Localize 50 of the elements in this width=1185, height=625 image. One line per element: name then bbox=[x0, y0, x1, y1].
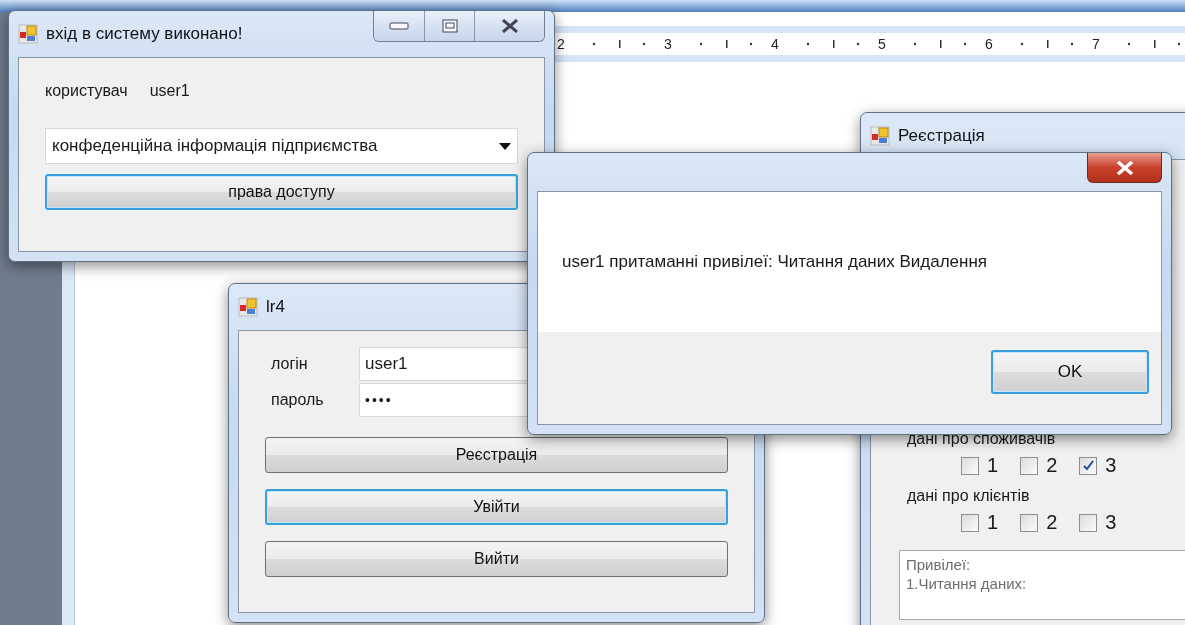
checkbox[interactable] bbox=[1079, 513, 1098, 532]
category-dropdown[interactable]: конфеденційна інформація підприємства bbox=[45, 128, 518, 164]
close-icon bbox=[1115, 160, 1134, 175]
checkbox-label: 2 bbox=[1046, 511, 1058, 534]
minimize-button[interactable] bbox=[374, 11, 424, 41]
user-name: user1 bbox=[149, 82, 190, 100]
app-icon bbox=[870, 126, 890, 146]
form-button[interactable]: Увійти bbox=[265, 489, 728, 525]
privileges-textbox[interactable]: Привілеї: 1.Читання даних: bbox=[899, 550, 1185, 620]
checkbox-label: 1 bbox=[987, 511, 999, 534]
ruler-number: 4 bbox=[770, 36, 780, 52]
window-title: lr4 bbox=[266, 297, 285, 317]
app-icon bbox=[238, 297, 258, 317]
window-title: вхід в систему виконано! bbox=[46, 24, 243, 44]
checkbox[interactable] bbox=[1079, 456, 1098, 475]
maximize-icon bbox=[441, 19, 458, 33]
checkbox-label: 3 bbox=[1105, 454, 1117, 477]
checkbox-label: 3 bbox=[1105, 511, 1117, 534]
privileges-line: 1.Читання даних: bbox=[906, 574, 1028, 593]
form-button[interactable]: Реєстрація bbox=[265, 437, 728, 473]
user-label: користувач bbox=[45, 82, 128, 100]
close-icon bbox=[500, 19, 519, 33]
ruler-number: 3 bbox=[663, 36, 673, 52]
ruler-number: 5 bbox=[877, 36, 887, 52]
minimize-icon bbox=[389, 22, 409, 30]
checkbox-label: 2 bbox=[1046, 454, 1058, 477]
checkbox[interactable] bbox=[1020, 456, 1039, 475]
maximize-button[interactable] bbox=[424, 11, 474, 41]
field-label: пароль bbox=[270, 391, 325, 409]
ruler-number: 2 bbox=[556, 36, 566, 52]
ruler-number: 7 bbox=[1091, 36, 1101, 52]
privileges-line: Привілеї: bbox=[906, 555, 972, 574]
ruler-number: 6 bbox=[984, 36, 994, 52]
checkbox-label: 1 bbox=[987, 454, 999, 477]
group-label: дані про клієнтів bbox=[907, 487, 1031, 505]
message-text: user1 притаманні привілеї: Читання даних Видалення bbox=[562, 252, 987, 272]
close-button[interactable] bbox=[1087, 153, 1162, 183]
window-title: Реєстрація bbox=[898, 126, 985, 146]
form-button[interactable]: Вийти bbox=[265, 541, 728, 577]
check-icon bbox=[1082, 460, 1094, 471]
checkbox[interactable] bbox=[961, 513, 979, 532]
access-rights-button[interactable]: права доступу bbox=[45, 174, 518, 210]
group-label: дані про споживачів bbox=[907, 430, 1057, 448]
ok-button[interactable]: OK bbox=[991, 350, 1149, 394]
checkbox[interactable] bbox=[1020, 513, 1039, 532]
close-button[interactable] bbox=[474, 11, 544, 41]
dropdown-arrow-icon bbox=[499, 142, 511, 150]
app-icon bbox=[18, 24, 38, 44]
field-label: логін bbox=[270, 355, 309, 373]
checkbox[interactable] bbox=[961, 456, 979, 475]
